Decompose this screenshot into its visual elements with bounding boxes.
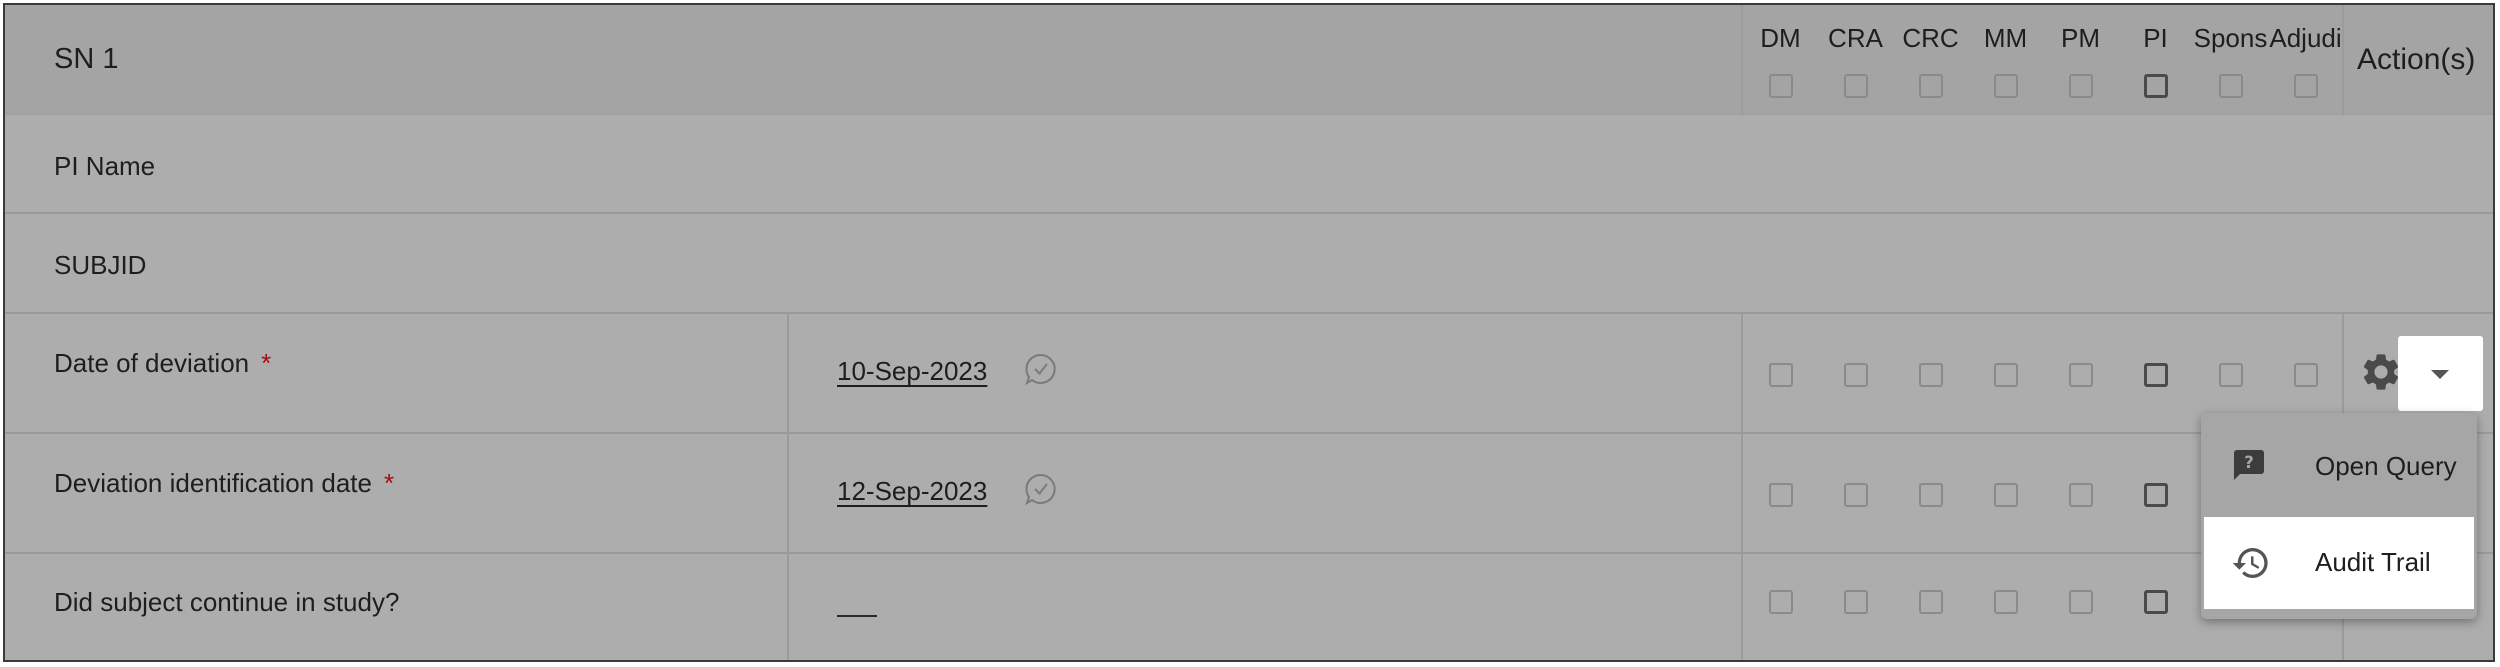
verified-comment-icon[interactable] bbox=[1024, 352, 1058, 386]
row-checkbox-pm[interactable] bbox=[2069, 363, 2093, 387]
form-grid: SN 1 DM CRA CRC MM PM PI Spons Adjudi Ac… bbox=[3, 3, 2495, 662]
menu-item-label: Audit Trail bbox=[2315, 547, 2431, 577]
role-header-crc: CRC bbox=[1902, 23, 1959, 53]
actions-dropdown-button[interactable] bbox=[2398, 336, 2483, 411]
header-checkbox-dm[interactable] bbox=[1769, 74, 1793, 98]
role-header-mm: MM bbox=[1983, 23, 2028, 53]
actions-menu: ? Open Query Audit Trail bbox=[2201, 413, 2477, 619]
field-label: Did subject continue in study? bbox=[54, 587, 400, 617]
row-checkbox-mm[interactable] bbox=[1994, 363, 2018, 387]
header-checkbox-crc[interactable] bbox=[1919, 74, 1943, 98]
verified-comment-icon[interactable] bbox=[1024, 472, 1058, 506]
field-label: Date of deviation bbox=[54, 348, 250, 378]
svg-text:?: ? bbox=[2244, 453, 2254, 472]
row-checkbox-dm[interactable] bbox=[1769, 483, 1793, 507]
field-row-subjid: SUBJID bbox=[5, 214, 2493, 314]
field-label: PI Name bbox=[54, 151, 156, 181]
field-row-deviation-identification-date: Deviation identification date * 12-Sep-20… bbox=[5, 434, 2493, 554]
row-checkbox-pm[interactable] bbox=[2069, 483, 2093, 507]
role-header-cra: CRA bbox=[1828, 23, 1883, 53]
row-checkbox-crc[interactable] bbox=[1919, 363, 1943, 387]
gear-icon[interactable] bbox=[2359, 350, 2403, 394]
row-checkbox-pi[interactable] bbox=[2144, 483, 2168, 507]
required-marker: * bbox=[261, 348, 272, 378]
row-checkbox-adjudicator[interactable] bbox=[2294, 363, 2318, 387]
header-checkbox-sponsor[interactable] bbox=[2219, 74, 2243, 98]
field-label-wrap: Date of deviation * bbox=[54, 348, 271, 379]
row-checkbox-crc[interactable] bbox=[1919, 483, 1943, 507]
row-checkbox-cra[interactable] bbox=[1844, 590, 1868, 614]
menu-item-open-query[interactable]: ? Open Query bbox=[2204, 421, 2474, 513]
field-row-pi-name: PI Name bbox=[5, 115, 2493, 214]
menu-item-label: Open Query bbox=[2315, 451, 2457, 481]
question-comment-icon: ? bbox=[2234, 450, 2264, 480]
field-row-date-of-deviation: Date of deviation * 10-Sep-2023 bbox=[5, 314, 2493, 434]
row-checkbox-sponsor[interactable] bbox=[2219, 363, 2243, 387]
field-label: Deviation identification date bbox=[54, 468, 372, 498]
header-checkbox-adjudicator[interactable] bbox=[2294, 74, 2318, 98]
field-row-continue-in-study: Did subject continue in study? bbox=[5, 554, 2493, 660]
menu-item-audit-trail[interactable]: Audit Trail bbox=[2204, 517, 2474, 609]
history-icon bbox=[2232, 548, 2268, 578]
caret-down-icon bbox=[2431, 370, 2449, 379]
row-checkbox-cra[interactable] bbox=[1844, 363, 1868, 387]
header-checkbox-pm[interactable] bbox=[2069, 74, 2093, 98]
header-checkbox-cra[interactable] bbox=[1844, 74, 1868, 98]
role-header-pm: PM bbox=[2061, 23, 2100, 53]
section-title: SN 1 bbox=[54, 43, 119, 75]
field-label-wrap: Deviation identification date * bbox=[54, 468, 394, 499]
role-header-pi: PI bbox=[2143, 23, 2168, 53]
required-marker: * bbox=[383, 468, 395, 498]
header-checkbox-mm[interactable] bbox=[1994, 74, 2018, 98]
field-label: SUBJID bbox=[54, 250, 147, 280]
row-checkbox-cra[interactable] bbox=[1844, 483, 1868, 507]
role-header-sponsor: Spons bbox=[2193, 23, 2268, 53]
row-checkbox-crc[interactable] bbox=[1919, 590, 1943, 614]
row-checkbox-pm[interactable] bbox=[2069, 590, 2093, 614]
row-checkbox-dm[interactable] bbox=[1769, 363, 1793, 387]
header-checkbox-pi[interactable] bbox=[2144, 74, 2168, 98]
row-checkbox-pi[interactable] bbox=[2144, 590, 2168, 614]
role-header-dm: DM bbox=[1760, 23, 1801, 53]
row-checkbox-dm[interactable] bbox=[1769, 590, 1793, 614]
role-header-adjudicator: Adjudi bbox=[2269, 23, 2342, 53]
actions-header: Action(s) bbox=[2357, 43, 2476, 76]
row-checkbox-pi[interactable] bbox=[2144, 363, 2168, 387]
row-checkbox-mm[interactable] bbox=[1994, 590, 2018, 614]
grid-header: SN 1 DM CRA CRC MM PM PI Spons Adjudi Ac… bbox=[5, 5, 2493, 115]
row-checkbox-mm[interactable] bbox=[1994, 483, 2018, 507]
field-value[interactable]: 12-Sep-2023 bbox=[837, 476, 987, 507]
field-value[interactable]: 10-Sep-2023 bbox=[837, 356, 987, 387]
empty-value-placeholder[interactable] bbox=[837, 615, 877, 617]
